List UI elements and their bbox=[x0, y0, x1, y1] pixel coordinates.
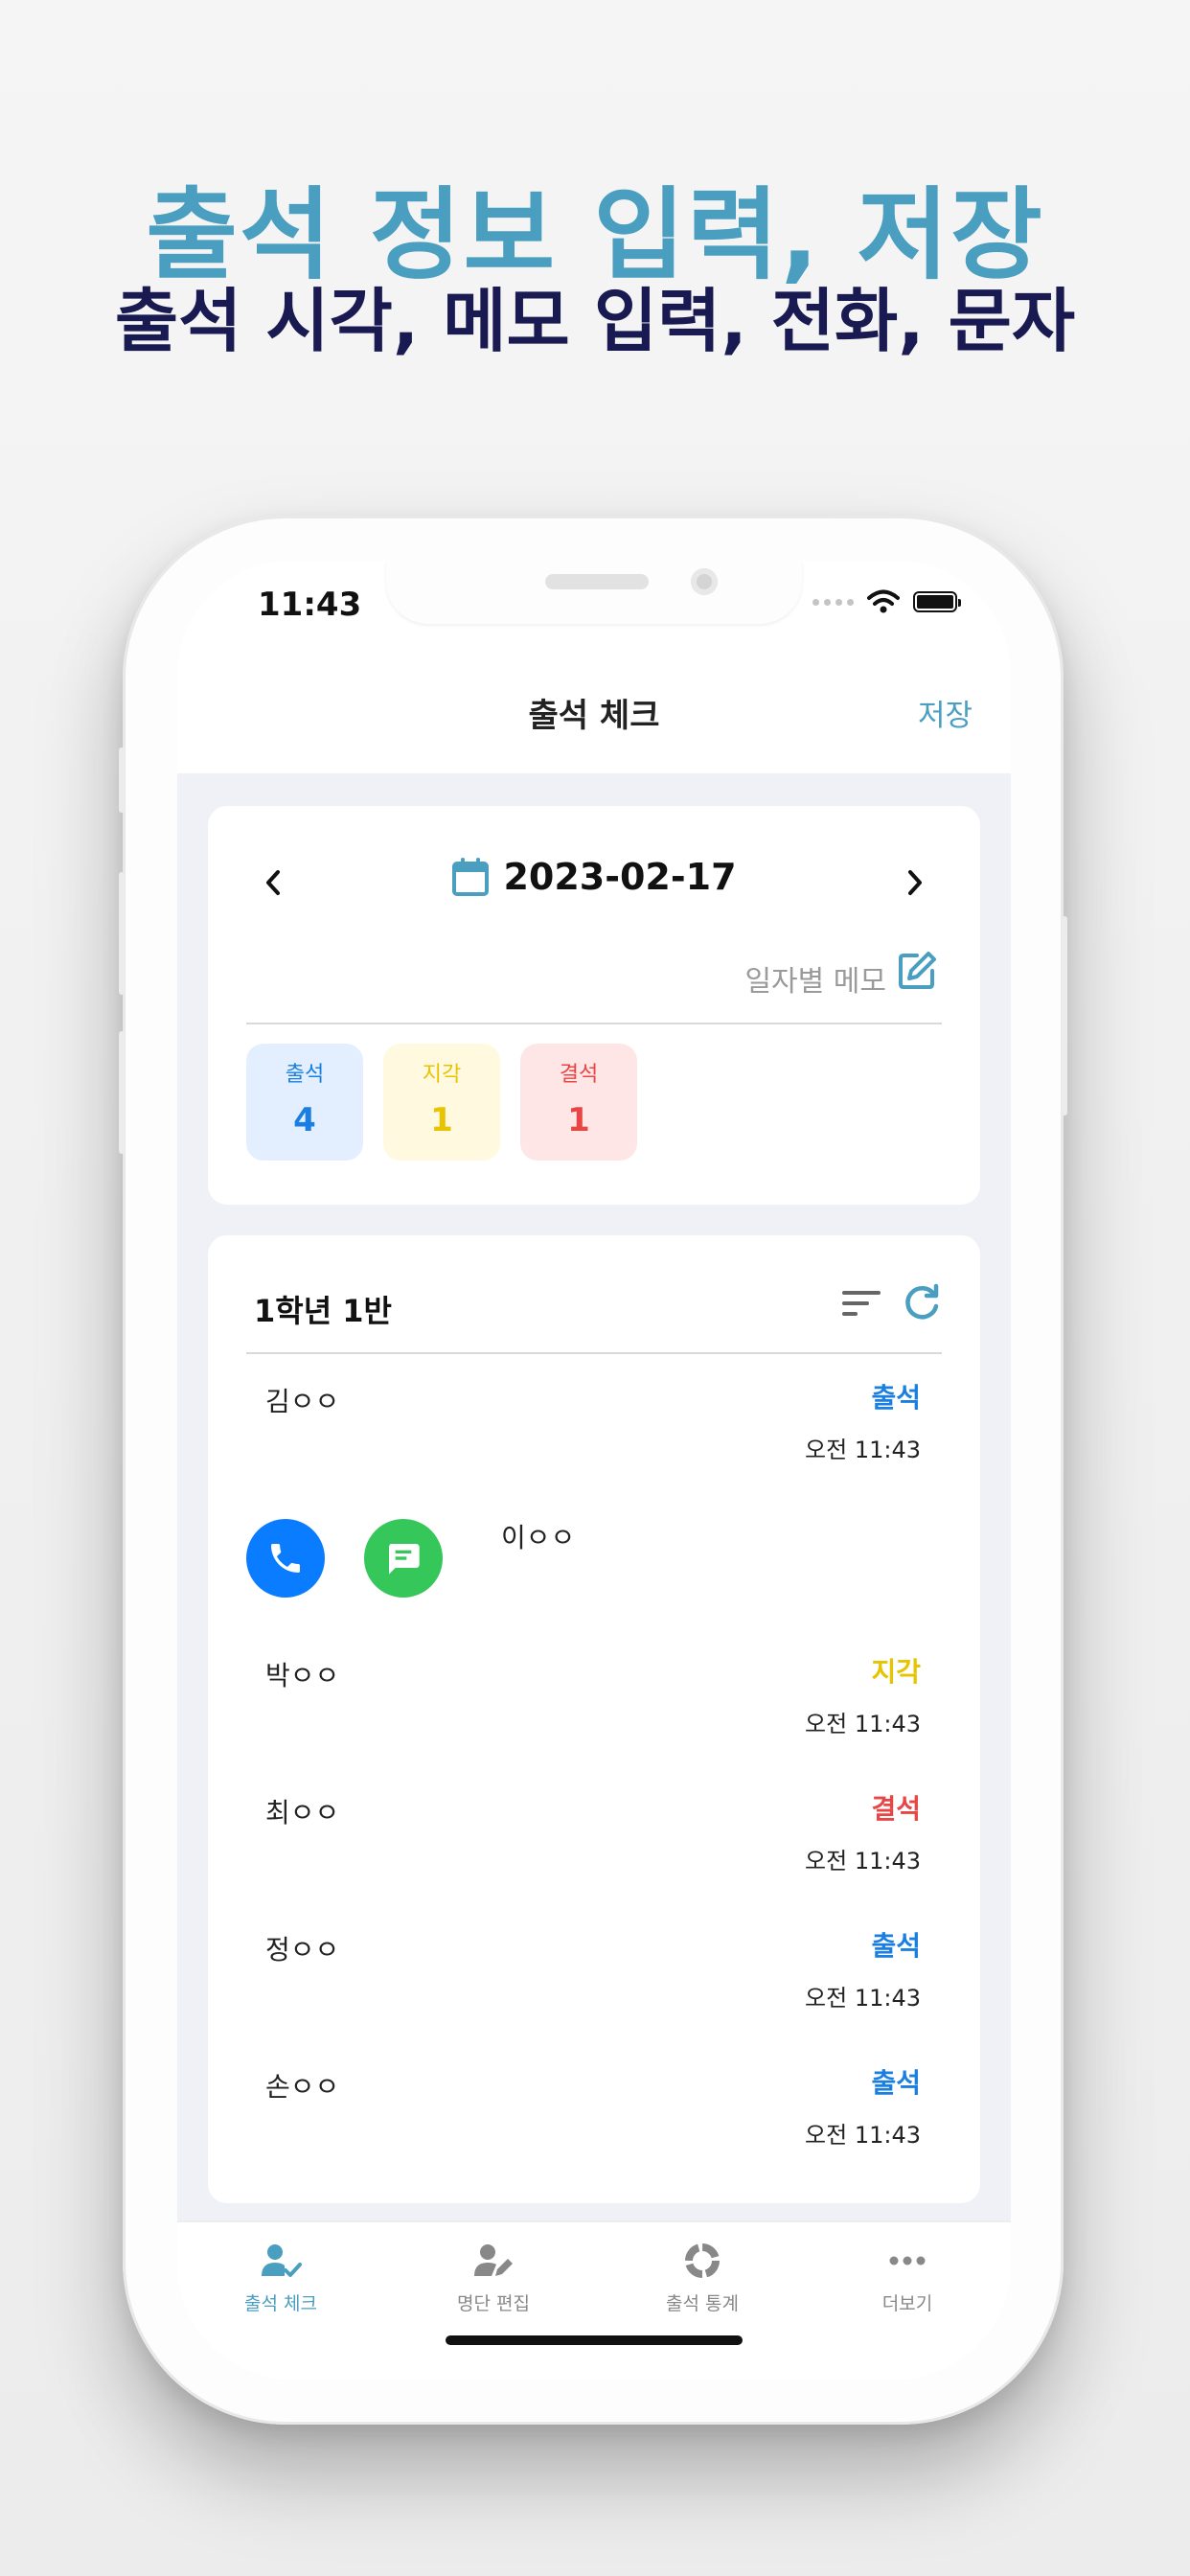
status-icons bbox=[812, 589, 961, 614]
notch bbox=[386, 561, 802, 624]
tab-label: 출석 통계 bbox=[666, 2293, 739, 2314]
attendance-status[interactable]: 출석 bbox=[871, 1377, 921, 1415]
save-button[interactable]: 저장 bbox=[918, 691, 973, 734]
student-name: 김ㅇㅇ bbox=[265, 1386, 340, 1417]
attendance-status[interactable]: 출석 bbox=[871, 1925, 921, 1964]
call-button[interactable] bbox=[246, 1519, 325, 1598]
phone-power-button bbox=[1062, 916, 1067, 1116]
stat-late: 지각 1 bbox=[383, 1044, 500, 1161]
stat-present-label: 출석 bbox=[285, 1063, 325, 1087]
person-check-icon bbox=[262, 2244, 302, 2277]
attendance-status[interactable]: 출석 bbox=[871, 2062, 921, 2101]
signal-dots-icon bbox=[812, 598, 854, 606]
date-picker[interactable]: 2023-02-17 bbox=[208, 856, 980, 898]
memo-edit-button[interactable] bbox=[896, 950, 938, 996]
stat-late-label: 지각 bbox=[422, 1063, 462, 1087]
class-name: 1학년 1반 bbox=[254, 1293, 392, 1329]
home-indicator bbox=[446, 2335, 743, 2345]
tab-roster-edit[interactable]: 명단 편집 bbox=[398, 2234, 589, 2315]
chat-icon bbox=[389, 1544, 420, 1575]
phone-volume-up bbox=[119, 872, 125, 995]
student-name: 최ㅇㅇ bbox=[265, 1797, 340, 1828]
speaker-grille bbox=[545, 574, 649, 589]
navigation-bar: 출석 체크 저장 bbox=[177, 637, 1011, 773]
tab-attendance-stats[interactable]: 출석 통계 bbox=[606, 2234, 798, 2315]
more-icon bbox=[889, 2256, 926, 2266]
wifi-icon bbox=[867, 589, 900, 613]
attendance-time: 오전 11:43 bbox=[805, 1985, 921, 2012]
nav-title: 출석 체크 bbox=[528, 697, 660, 735]
next-date-button[interactable] bbox=[896, 863, 934, 902]
attendance-time: 오전 11:43 bbox=[805, 1437, 921, 1463]
edit-note-icon bbox=[899, 952, 936, 989]
phone-silent-switch bbox=[119, 748, 125, 813]
tab-label: 더보기 bbox=[881, 2293, 933, 2314]
stat-present: 출석 4 bbox=[246, 1044, 363, 1161]
tab-label: 출석 체크 bbox=[244, 2293, 317, 2314]
battery-icon bbox=[913, 591, 961, 612]
stat-late-count: 1 bbox=[430, 1101, 453, 1139]
stat-absent-count: 1 bbox=[567, 1101, 590, 1139]
message-button[interactable] bbox=[364, 1519, 443, 1598]
content-area: 2023-02-17 일자별 메모 출석 4 지각 1 결석 1 1학년 1반 … bbox=[177, 773, 1011, 2220]
tab-bar: 출석 체크 명단 편집 출석 통계 더보기 bbox=[177, 2220, 1011, 2380]
date-card-divider bbox=[246, 1023, 942, 1024]
chevron-right-icon bbox=[908, 870, 922, 895]
stat-present-count: 4 bbox=[293, 1101, 316, 1139]
front-camera bbox=[691, 568, 718, 595]
date-card: 2023-02-17 일자별 메모 출석 4 지각 1 결석 1 bbox=[208, 806, 980, 1205]
tab-attendance-check[interactable]: 출석 체크 bbox=[185, 2234, 377, 2315]
phone-volume-down bbox=[119, 1031, 125, 1154]
phone-screen: 11:43 출석 체크 저장 2023-02-17 일자별 메모 출석 4 지각… bbox=[177, 561, 1011, 2380]
student-name: 손ㅇㅇ bbox=[265, 2071, 340, 2103]
tab-label: 명단 편집 bbox=[457, 2293, 530, 2314]
student-name: 박ㅇㅇ bbox=[265, 1660, 340, 1691]
phone-icon bbox=[271, 1544, 300, 1573]
sort-button[interactable] bbox=[842, 1289, 881, 1322]
status-time: 11:43 bbox=[258, 586, 362, 624]
attendance-status[interactable]: 지각 bbox=[871, 1651, 921, 1690]
attendance-time: 오전 11:43 bbox=[805, 1711, 921, 1737]
stat-absent-label: 결석 bbox=[559, 1063, 599, 1087]
donut-chart-icon bbox=[685, 2243, 720, 2278]
person-edit-icon bbox=[474, 2244, 513, 2276]
student-name: 정ㅇㅇ bbox=[265, 1934, 340, 1966]
class-card: 1학년 1반 김ㅇㅇ 출석 오전 11:43 이ㅇㅇ 박ㅇㅇ 지각 오전 11:… bbox=[208, 1235, 980, 2203]
phone-frame: 11:43 출석 체크 저장 2023-02-17 일자별 메모 출석 4 지각… bbox=[119, 516, 1067, 2425]
refresh-button[interactable] bbox=[902, 1283, 942, 1327]
tab-more[interactable]: 더보기 bbox=[812, 2234, 1003, 2315]
attendance-time: 오전 11:43 bbox=[805, 1848, 921, 1874]
attendance-time: 오전 11:43 bbox=[805, 2122, 921, 2149]
refresh-icon bbox=[905, 1283, 939, 1320]
stat-absent: 결석 1 bbox=[520, 1044, 637, 1161]
calendar-icon bbox=[452, 858, 490, 896]
sort-icon bbox=[842, 1291, 881, 1316]
daily-memo-field[interactable]: 일자별 메모 bbox=[744, 957, 886, 1000]
class-card-divider bbox=[246, 1352, 942, 1354]
date-label: 2023-02-17 bbox=[503, 856, 737, 898]
promo-subtitle: 출석 시각, 메모 입력, 전화, 문자 bbox=[114, 281, 1076, 361]
attendance-status[interactable]: 결석 bbox=[871, 1788, 921, 1827]
student-name: 이ㅇㅇ bbox=[501, 1522, 576, 1553]
